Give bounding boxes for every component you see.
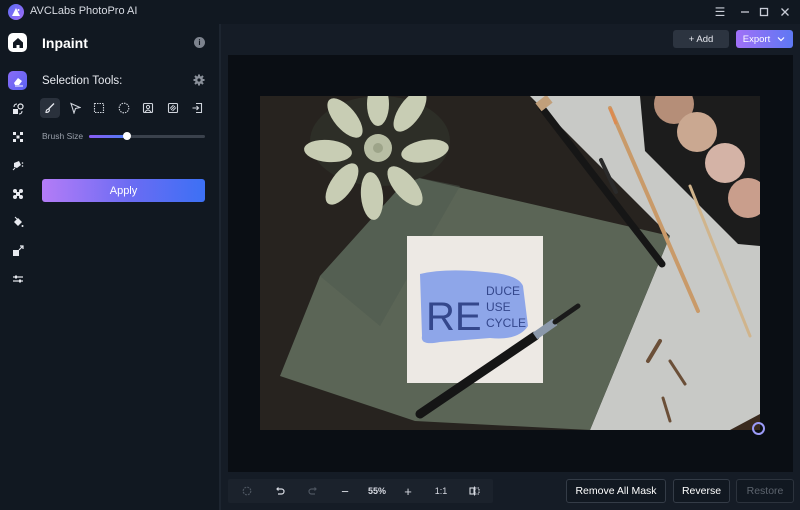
- compare-icon: [468, 486, 480, 496]
- home-icon: [12, 37, 23, 48]
- colorize-icon: [12, 161, 24, 171]
- import-mask-icon: [192, 102, 203, 114]
- selection-tools-label: Selection Tools:: [42, 75, 123, 87]
- rail-item-enhance[interactable]: [9, 128, 27, 146]
- adjust-icon: [13, 275, 23, 283]
- add-button[interactable]: + Add: [673, 30, 729, 48]
- zoom-out-button[interactable]: −: [336, 479, 354, 503]
- brush-cursor: [752, 422, 765, 435]
- reset-icon: [242, 486, 252, 496]
- minimize-icon[interactable]: [736, 3, 754, 21]
- rail-item-face-swap[interactable]: [9, 100, 27, 118]
- photo-preview[interactable]: RE DUCE USE CYCLE: [260, 96, 760, 430]
- export-button[interactable]: Export: [736, 30, 793, 48]
- paint-bucket-icon: [14, 216, 24, 227]
- polygon-lasso-icon: [69, 102, 81, 114]
- ellipse-tool[interactable]: [114, 98, 134, 118]
- polygon-tool[interactable]: [65, 98, 85, 118]
- panel-title: Inpaint: [42, 35, 88, 51]
- rail-item-home[interactable]: [8, 33, 27, 52]
- undo-icon: [276, 487, 285, 495]
- brush-size-slider-thumb[interactable]: [123, 132, 132, 140]
- zoom-in-button[interactable]: +: [399, 479, 417, 503]
- rectangle-tool[interactable]: [89, 98, 109, 118]
- rectangle-select-icon: [93, 102, 105, 114]
- inpaint-panel: Inpaint i Selection Tools: Brush Size Ap…: [36, 24, 219, 510]
- face-swap-icon: [13, 103, 24, 115]
- enhance-icon: [13, 132, 23, 142]
- chevron-down-icon: [777, 37, 785, 42]
- apply-button[interactable]: Apply: [42, 179, 205, 202]
- note-line-3: CYCLE: [486, 316, 526, 330]
- reverse-button[interactable]: Reverse: [673, 479, 730, 503]
- rail-item-upscale[interactable]: [9, 242, 27, 260]
- import-mask-tool[interactable]: [187, 98, 207, 118]
- auto-select-tool[interactable]: [163, 98, 183, 118]
- note-card: RE DUCE USE CYCLE: [407, 236, 543, 383]
- remove-all-mask-button[interactable]: Remove All Mask: [566, 479, 666, 503]
- sidebar-rail: [0, 24, 36, 510]
- brush-icon: [45, 103, 55, 114]
- note-text-big: RE: [426, 295, 482, 339]
- redo-icon: [308, 487, 317, 495]
- rail-item-fill[interactable]: [9, 213, 27, 231]
- gear-icon[interactable]: [193, 74, 205, 86]
- close-icon[interactable]: [776, 3, 794, 21]
- reset-button[interactable]: [238, 479, 256, 503]
- portrait-tool[interactable]: [138, 98, 158, 118]
- photo-illustration: RE DUCE USE CYCLE: [260, 96, 760, 430]
- info-icon[interactable]: i: [194, 37, 205, 48]
- eraser-icon: [13, 77, 23, 86]
- menu-icon[interactable]: ☰: [711, 3, 729, 21]
- upscale-icon: [13, 245, 24, 256]
- brush-size-slider-fill: [89, 135, 128, 138]
- zoom-level: 55%: [367, 486, 386, 496]
- undo-button[interactable]: [271, 479, 289, 503]
- view-toolbar: − 55% + 1:1: [228, 479, 493, 503]
- note-line-2: USE: [486, 300, 511, 314]
- maximize-icon[interactable]: [755, 3, 773, 21]
- background-icon: [13, 189, 23, 199]
- rail-item-background[interactable]: [9, 185, 27, 203]
- app-title: AVCLabs PhotoPro AI: [30, 5, 138, 17]
- portrait-select-icon: [142, 102, 154, 114]
- actual-size-button[interactable]: 1:1: [431, 479, 451, 503]
- export-label: Export: [742, 33, 771, 45]
- note-line-1: DUCE: [486, 284, 520, 298]
- rail-item-inpaint[interactable]: [8, 71, 27, 90]
- rail-item-colorize[interactable]: [9, 156, 27, 174]
- compare-button[interactable]: [465, 479, 483, 503]
- brush-size-label: Brush Size: [42, 131, 84, 141]
- restore-button[interactable]: Restore: [736, 479, 794, 503]
- selection-tools: [40, 98, 212, 118]
- brush-size-slider[interactable]: [89, 132, 205, 140]
- avclabs-logo-icon: [8, 4, 24, 20]
- rail-item-adjust[interactable]: [9, 270, 27, 288]
- ellipse-select-icon: [118, 102, 129, 114]
- auto-select-icon: [167, 102, 178, 114]
- title-bar: AVCLabs PhotoPro AI ☰: [0, 0, 800, 24]
- redo-button[interactable]: [304, 479, 322, 503]
- brush-tool[interactable]: [40, 98, 60, 118]
